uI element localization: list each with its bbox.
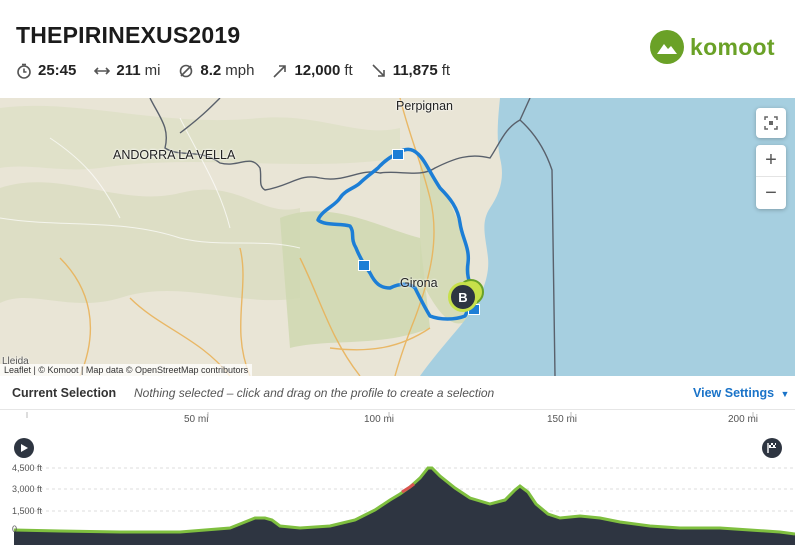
- komoot-logo[interactable]: komoot: [650, 30, 775, 64]
- stat-uphill: 12,000 ft: [272, 62, 353, 79]
- fullscreen-icon: [764, 116, 778, 130]
- city-label-perpignan: Perpignan: [396, 99, 453, 113]
- end-marker[interactable]: B: [448, 282, 478, 312]
- elevation-tick: 1,500 ft: [12, 506, 43, 516]
- play-icon: [21, 444, 28, 452]
- finish-button[interactable]: [762, 438, 782, 458]
- elevation-tick: 3,000 ft: [12, 484, 43, 494]
- fullscreen-control[interactable]: [756, 108, 786, 138]
- elevation-tick: 4,500 ft: [12, 463, 43, 473]
- stat-distance-value: 211: [116, 62, 141, 79]
- stat-distance: 211 mi: [94, 62, 160, 79]
- fullscreen-button[interactable]: [756, 108, 786, 138]
- stat-uphill-unit: ft: [344, 62, 353, 79]
- view-settings-button[interactable]: View Settings ▼: [693, 386, 789, 400]
- map-attribution[interactable]: Leaflet | © Komoot | Map data © OpenStre…: [0, 364, 253, 376]
- route-direction-marker[interactable]: [358, 260, 370, 271]
- route-map[interactable]: Perpignan ANDORRA LA VELLA Girona Lleida…: [0, 98, 795, 376]
- stat-uphill-value: 12,000: [294, 62, 341, 79]
- route-direction-marker[interactable]: [392, 149, 404, 160]
- profile-chart: [13, 412, 795, 545]
- speed-icon: [178, 63, 194, 79]
- elevation-tick: 0: [12, 524, 18, 534]
- stat-downhill-value: 11,875: [392, 62, 438, 79]
- distance-icon: [94, 63, 111, 79]
- stat-duration-value: 25:45: [38, 62, 77, 79]
- tour-header: THEPIRINEXUS2019 25:45 211 mi 8.2 mph 12…: [0, 0, 795, 98]
- selection-bar: Current Selection Nothing selected – cli…: [0, 376, 795, 410]
- tour-stats: 25:45 211 mi 8.2 mph 12,000 ft 11,875 ft: [16, 62, 468, 79]
- zoom-out-button[interactable]: −: [756, 177, 786, 209]
- downhill-icon: [371, 63, 387, 79]
- stat-speed-unit: mph: [225, 62, 255, 79]
- play-button[interactable]: [14, 438, 34, 458]
- current-selection-label: Current Selection: [12, 386, 117, 400]
- map-canvas: [0, 98, 795, 376]
- zoom-in-button[interactable]: +: [756, 145, 786, 177]
- stat-speed-value: 8.2: [200, 62, 222, 79]
- komoot-wordmark: komoot: [690, 33, 775, 60]
- caret-down-icon: ▼: [780, 389, 790, 399]
- elevation-profile[interactable]: 50 mi 100 mi 150 mi 200 mi 4,500 ft 3,00…: [0, 410, 795, 545]
- stat-speed: 8.2 mph: [178, 62, 254, 79]
- city-label-girona: Girona: [400, 276, 438, 290]
- uphill-icon: [272, 63, 288, 79]
- stat-downhill: 11,875 ft: [371, 62, 450, 79]
- stat-duration: 25:45: [16, 62, 76, 79]
- stat-distance-unit: mi: [144, 62, 161, 79]
- clock-icon: [16, 63, 32, 79]
- finish-flag-icon: [767, 443, 776, 453]
- stat-downhill-unit: ft: [441, 62, 451, 79]
- zoom-control: + −: [756, 145, 786, 209]
- view-settings-label: View Settings: [693, 386, 775, 400]
- tour-title: THEPIRINEXUS2019: [16, 22, 241, 48]
- komoot-mountain-icon: [650, 30, 684, 64]
- selection-hint: Nothing selected – click and drag on the…: [134, 386, 495, 400]
- city-label-andorra: ANDORRA LA VELLA: [113, 148, 236, 162]
